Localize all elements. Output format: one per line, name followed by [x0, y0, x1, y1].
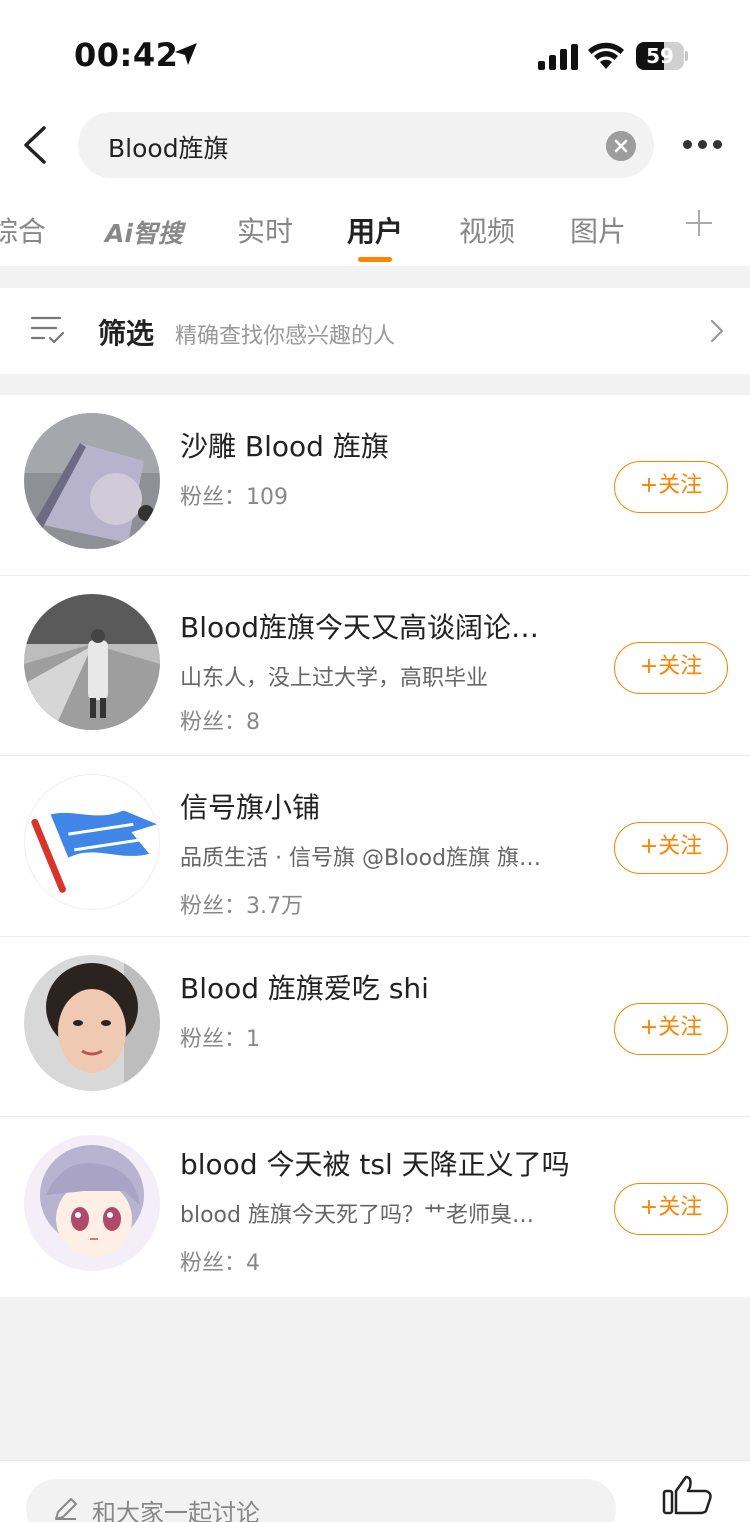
filter-description: 精确查找你感兴趣的人: [175, 324, 396, 349]
comment-placeholder: 和大家一起讨论: [92, 1499, 260, 1522]
status-bar: 00:42 59: [0, 0, 750, 105]
divider: [0, 266, 750, 288]
user-name[interactable]: 信号旗小铺: [180, 786, 320, 826]
user-row[interactable]: Blood旌旗今天又高谈阔论… 山东人，没上过大学，高职毕业 粉丝：8 +关注: [0, 575, 750, 756]
empty-area: [0, 1297, 750, 1460]
avatar: [24, 954, 160, 1091]
tab-users[interactable]: 用户: [347, 210, 403, 250]
tab-images[interactable]: 图片: [570, 210, 626, 250]
avatar: [24, 413, 160, 549]
divider: [0, 374, 750, 395]
search-query: Blood旌旗: [108, 134, 229, 163]
user-name[interactable]: blood 今天被 tsl 天降正义了吗: [180, 1143, 570, 1183]
location-arrow-icon: [175, 43, 197, 65]
wifi-icon: [588, 42, 624, 69]
back-button[interactable]: [14, 120, 58, 170]
avatar: [24, 774, 160, 910]
active-tab-indicator: [358, 257, 392, 262]
user-list: 沙雕 Blood 旌旗 粉丝：109 +关注 Blood旌旗今天又高谈阔论… 山…: [0, 395, 750, 1298]
add-tab-icon[interactable]: [684, 208, 714, 238]
status-time: 00:42: [74, 36, 179, 74]
search-input[interactable]: Blood旌旗: [78, 112, 654, 178]
user-name[interactable]: 沙雕 Blood 旌旗: [180, 425, 389, 465]
avatar: [24, 1135, 160, 1271]
follow-button[interactable]: +关注: [614, 461, 728, 513]
cellular-signal-icon: [538, 44, 578, 70]
more-options-icon[interactable]: [680, 134, 726, 154]
clear-search-icon[interactable]: [606, 131, 636, 161]
filter-label: 筛选: [98, 317, 155, 350]
user-row[interactable]: 沙雕 Blood 旌旗 粉丝：109 +关注: [0, 395, 750, 576]
user-fans-count: 粉丝：1: [180, 1026, 260, 1052]
user-name[interactable]: Blood 旌旗爱吃 shi: [180, 967, 429, 1007]
filter-row[interactable]: 筛选 精确查找你感兴趣的人: [0, 288, 750, 374]
follow-button[interactable]: +关注: [614, 822, 728, 874]
search-tabs: 综合 Ai智搜 实时 用户 视频 图片: [0, 196, 750, 266]
battery-indicator: 59: [636, 42, 688, 70]
like-icon[interactable]: [660, 1475, 716, 1515]
user-description: blood 旌旗今天死了吗？艹老师臭…: [180, 1203, 534, 1228]
pencil-icon: [55, 1498, 77, 1520]
user-fans-count: 粉丝：109: [180, 485, 288, 510]
tab-comprehensive[interactable]: 综合: [0, 210, 46, 250]
user-name[interactable]: Blood旌旗今天又高谈阔论…: [180, 606, 539, 646]
bottom-bar: 和大家一起讨论: [0, 1460, 750, 1522]
battery-percent: 59: [646, 44, 674, 68]
user-fans-count: 粉丝：3.7万: [180, 894, 303, 919]
tab-videos[interactable]: 视频: [459, 210, 515, 250]
user-row[interactable]: blood 今天被 tsl 天降正义了吗 blood 旌旗今天死了吗？艹老师臭……: [0, 1117, 750, 1298]
avatar: [24, 593, 160, 730]
user-row[interactable]: 信号旗小铺 品质生活 · 信号旗 @Blood旌旗 旗… 粉丝：3.7万 +关注: [0, 756, 750, 937]
chevron-right-icon: [710, 319, 724, 343]
follow-button[interactable]: +关注: [614, 1002, 728, 1055]
filter-icon: [30, 316, 65, 344]
tab-ai-search[interactable]: Ai智搜: [105, 214, 183, 250]
follow-button[interactable]: +关注: [614, 1183, 728, 1235]
user-description: 山东人，没上过大学，高职毕业: [180, 665, 489, 691]
user-fans-count: 粉丝：4: [180, 1251, 260, 1276]
screen: 00:42 59 Blood旌旗 综合 Ai智搜 实时 用户 视频 图片 筛选 …: [0, 0, 750, 1522]
comment-input[interactable]: 和大家一起讨论: [26, 1479, 616, 1522]
user-row[interactable]: Blood 旌旗爱吃 shi 粉丝：1 +关注: [0, 936, 750, 1117]
tab-realtime[interactable]: 实时: [237, 210, 293, 250]
user-description: 品质生活 · 信号旗 @Blood旌旗 旗…: [180, 846, 542, 871]
user-fans-count: 粉丝：8: [180, 709, 260, 735]
follow-button[interactable]: +关注: [614, 641, 728, 694]
